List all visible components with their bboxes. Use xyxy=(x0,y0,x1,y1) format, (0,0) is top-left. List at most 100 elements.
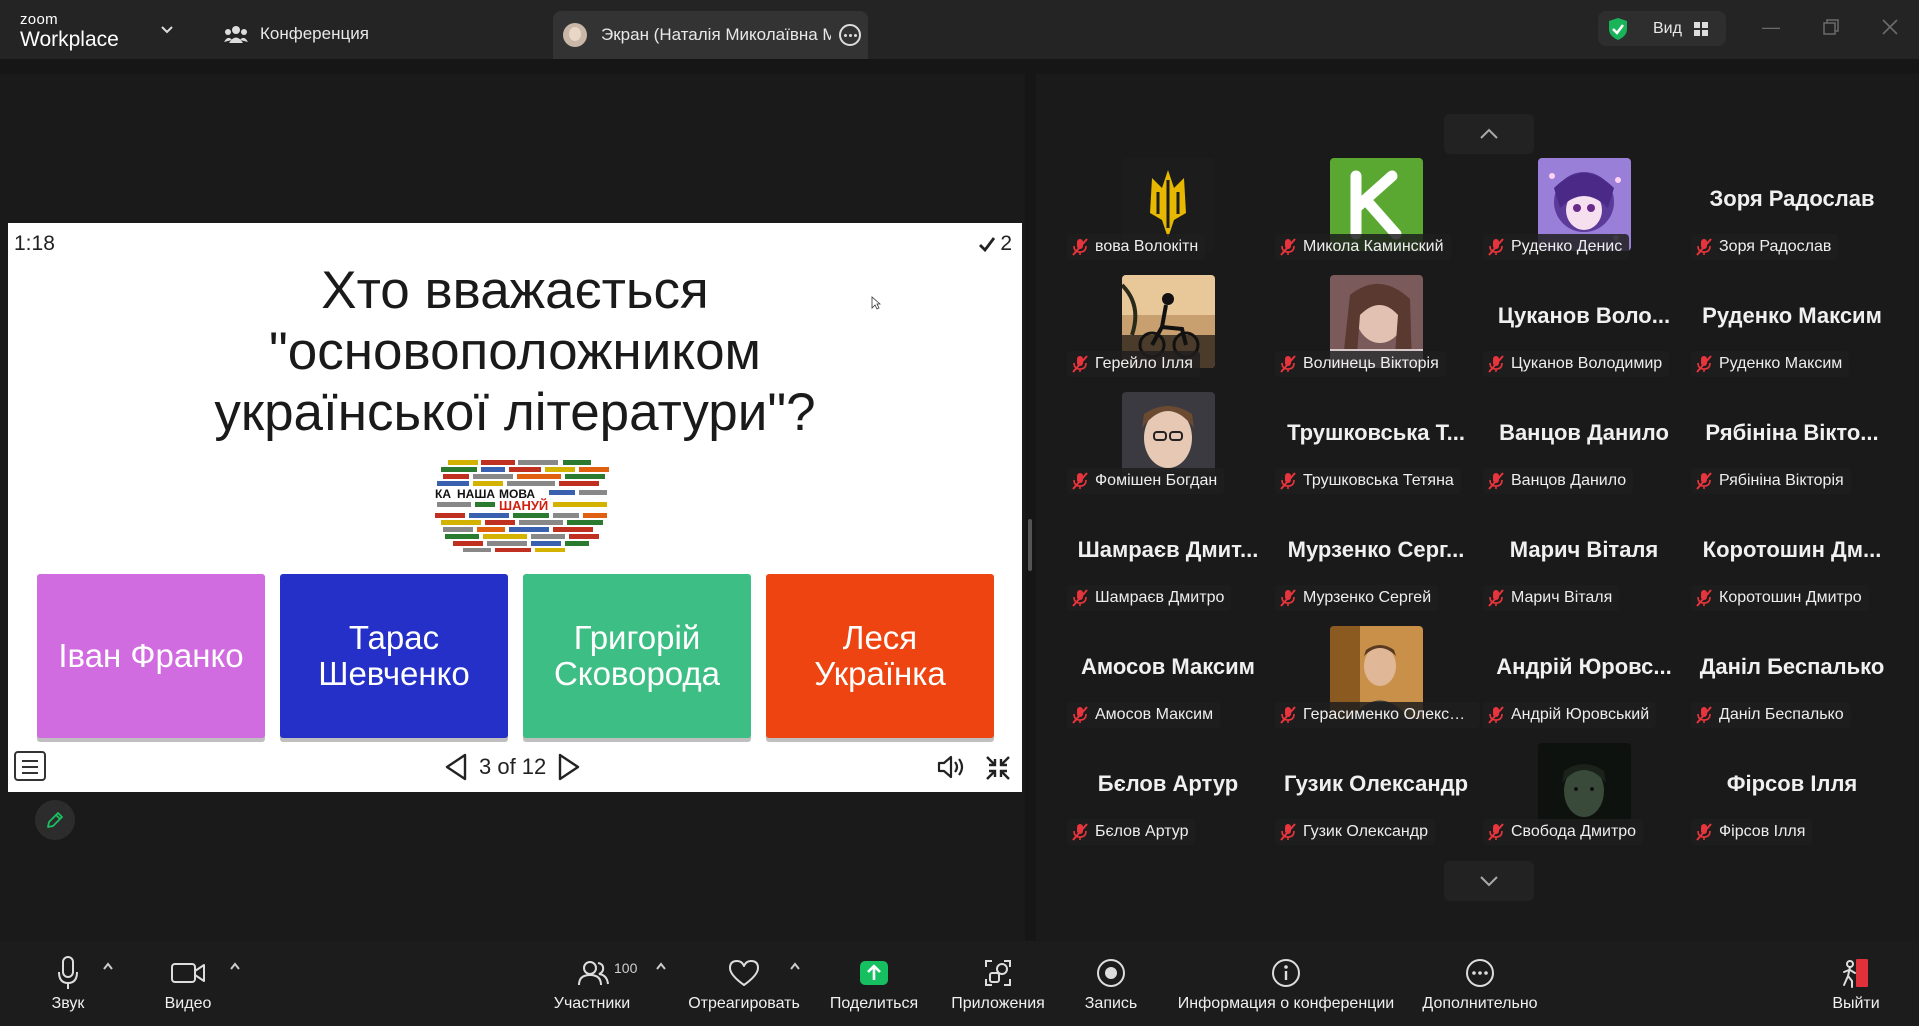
participant-name-tag: Фомішен Богдан xyxy=(1067,468,1225,494)
close-icon[interactable] xyxy=(1881,18,1899,36)
meeting-info-button[interactable]: Информация о конференции xyxy=(1170,941,1402,1026)
participant-tile[interactable]: Коротошин Дм... Коротошин Дмитро xyxy=(1688,509,1896,619)
participant-display-name: Марич Віталя xyxy=(1509,537,1659,562)
participant-name: Руденко Денис xyxy=(1511,238,1623,255)
answer-option-1[interactable]: Іван Франко xyxy=(37,574,265,738)
prev-slide-icon[interactable] xyxy=(443,752,469,782)
microphone-icon xyxy=(58,956,78,989)
participants-icon xyxy=(578,961,609,986)
more-options-icon[interactable] xyxy=(839,24,861,46)
slide-navigation: 3 of 12 xyxy=(443,751,582,783)
video-options-caret-icon[interactable] xyxy=(229,961,241,971)
participant-name-tag: Зоря Радослав xyxy=(1691,234,1839,260)
more-button[interactable]: Дополнительно xyxy=(1418,941,1542,1026)
participant-name-tag: Даніл Беспалько xyxy=(1691,702,1851,728)
gallery-page-down-button[interactable] xyxy=(1444,861,1534,901)
answer-3-line1: Григорій xyxy=(573,619,701,656)
participant-name: Мурзенко Сергей xyxy=(1303,589,1432,606)
participant-name-tag: Микола Каминский xyxy=(1275,234,1451,260)
participant-name: Фомішен Богдан xyxy=(1095,472,1218,489)
answered-count: 2 xyxy=(1000,232,1012,255)
pane-resize-handle[interactable] xyxy=(1028,519,1032,571)
participant-name: Коротошин Дмитро xyxy=(1719,589,1862,606)
minimize-icon[interactable]: — xyxy=(1762,18,1780,36)
participant-tile[interactable]: Свобода Дмитро xyxy=(1480,743,1688,853)
participant-tile[interactable]: Мурзенко Серг... Мурзенко Сергей xyxy=(1272,509,1480,619)
apps-button[interactable]: Приложения xyxy=(946,941,1050,1026)
participant-tile[interactable]: Фірсов Ілля Фірсов Ілля xyxy=(1688,743,1896,853)
muted-mic-icon xyxy=(1488,472,1504,490)
participant-name-tag: Шамраєв Дмитро xyxy=(1067,585,1232,611)
annotate-button[interactable] xyxy=(35,800,75,840)
muted-mic-icon xyxy=(1696,472,1712,490)
restore-icon[interactable] xyxy=(1822,18,1840,36)
participant-tile[interactable]: Ванцов Данило Ванцов Данило xyxy=(1480,392,1688,502)
participant-tile[interactable]: Волинець Вікторія xyxy=(1272,275,1480,385)
chevron-down-icon xyxy=(1480,876,1498,887)
exit-fullscreen-icon[interactable] xyxy=(984,754,1012,782)
answer-option-2[interactable]: Тарас Шевченко xyxy=(280,574,508,738)
next-slide-icon[interactable] xyxy=(556,752,582,782)
participant-name: Даніл Беспалько xyxy=(1719,706,1844,723)
muted-mic-icon xyxy=(1280,589,1296,607)
participant-tile[interactable]: Зоря Радослав Зоря Радослав xyxy=(1688,158,1896,268)
participants-button[interactable]: Участники xyxy=(550,941,634,1026)
participant-display-name: Руденко Максим xyxy=(1702,303,1882,328)
participant-name: Гузик Олександр xyxy=(1303,823,1428,840)
participant-tile[interactable]: Амосов Максим Амосов Максим xyxy=(1064,626,1272,736)
answer-option-3[interactable]: Григорій Сковорода xyxy=(523,574,751,738)
leave-button[interactable]: Выйти xyxy=(1828,941,1884,1026)
record-button[interactable]: Запись xyxy=(1080,941,1142,1026)
participant-name-tag: Амосов Максим xyxy=(1067,702,1221,728)
participants-count: 100 xyxy=(614,960,638,976)
volume-icon[interactable] xyxy=(937,754,967,780)
participant-name-tag: Коротошин Дмитро xyxy=(1691,585,1869,611)
view-button[interactable]: Вид xyxy=(1598,11,1726,46)
leave-label: Выйти xyxy=(1832,995,1880,1012)
participant-tile[interactable]: Марич Віталя Марич Віталя xyxy=(1480,509,1688,619)
participant-display-name: Фірсов Ілля xyxy=(1726,771,1858,796)
participant-display-name: Трушковська Т... xyxy=(1287,420,1465,445)
participant-tile[interactable]: Руденко Денис xyxy=(1480,158,1688,268)
slide-menu-icon[interactable] xyxy=(14,751,46,781)
participant-tile[interactable]: Герасименко Олександ... xyxy=(1272,626,1480,736)
video-button[interactable]: Видео xyxy=(160,941,216,1026)
participant-name-tag: Андрій Юровський xyxy=(1483,702,1657,728)
info-icon xyxy=(1272,959,1300,987)
participants-options-caret-icon[interactable] xyxy=(655,961,667,971)
answer-option-4[interactable]: Леся Українка xyxy=(766,574,994,738)
participant-tile[interactable]: Герейло Ілля xyxy=(1064,275,1272,385)
logo-line2: Workplace xyxy=(20,28,119,51)
zoom-logo[interactable]: zoom Workplace xyxy=(20,12,119,50)
react-options-caret-icon[interactable] xyxy=(789,961,801,971)
participant-tile[interactable]: вова Волокітн xyxy=(1064,158,1272,268)
answer-4-line1: Леся xyxy=(842,619,918,656)
tab-screen-share[interactable]: Экран (Наталія Миколаївна Мат xyxy=(553,11,868,59)
presenter-avatar xyxy=(563,23,587,47)
muted-mic-icon xyxy=(1072,823,1088,841)
participant-tile[interactable]: Андрій Юровс... Андрій Юровський xyxy=(1480,626,1688,736)
participant-name-tag: Рябініна Вікторія xyxy=(1691,468,1851,494)
participant-tile[interactable]: Гузик Олександр Гузик Олександр xyxy=(1272,743,1480,853)
participant-tile[interactable]: Микола Каминский xyxy=(1272,158,1480,268)
participant-tile[interactable]: Фомішен Богдан xyxy=(1064,392,1272,502)
muted-mic-icon xyxy=(1072,238,1088,256)
participant-tile[interactable]: Шамраєв Дмит... Шамраєв Дмитро xyxy=(1064,509,1272,619)
react-button[interactable]: Отреагировать xyxy=(685,941,803,1026)
participant-tile[interactable]: Даніл Беспалько Даніл Беспалько xyxy=(1688,626,1896,736)
participant-tile[interactable]: Бєлов Артур Бєлов Артур xyxy=(1064,743,1272,853)
participant-tile[interactable]: Цуканов Воло... Цуканов Володимир xyxy=(1480,275,1688,385)
participant-name: Свобода Дмитро xyxy=(1511,823,1637,840)
participant-display-name: Андрій Юровс... xyxy=(1496,654,1672,679)
chevron-down-icon[interactable] xyxy=(160,22,174,36)
participant-tile[interactable]: Трушковська Т... Трушковська Тетяна xyxy=(1272,392,1480,502)
tab-conference[interactable]: Конференция xyxy=(224,12,369,56)
participant-tile[interactable]: Руденко Максим Руденко Максим xyxy=(1688,275,1896,385)
audio-options-caret-icon[interactable] xyxy=(102,961,114,971)
share-screen-button[interactable]: Поделиться xyxy=(828,941,920,1026)
audio-button[interactable]: Звук xyxy=(40,941,96,1026)
participant-name: Герасименко Олександ... xyxy=(1303,706,1473,723)
gallery-page-up-button[interactable] xyxy=(1444,114,1534,154)
pencil-icon xyxy=(47,812,63,828)
participant-tile[interactable]: Рябініна Вікто... Рябініна Вікторія xyxy=(1688,392,1896,502)
